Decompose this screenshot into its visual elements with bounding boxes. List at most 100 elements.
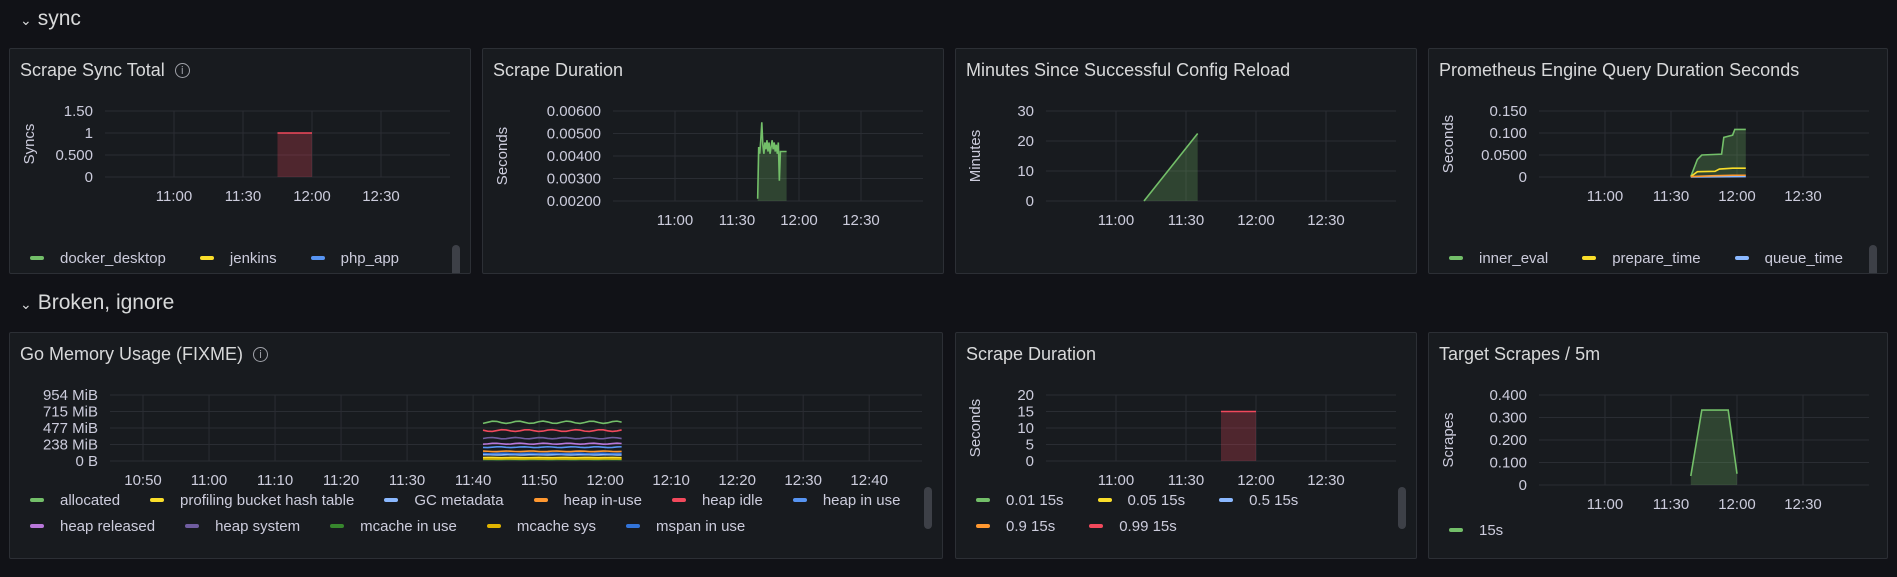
legend-swatch (671, 498, 686, 502)
legend-swatch (150, 498, 165, 502)
y-axis-label: Scrapes (1440, 412, 1457, 467)
legend-swatch (1089, 524, 1104, 528)
series-line (482, 445, 622, 449)
legend-swatch (792, 498, 807, 502)
legend-item[interactable]: heap idle (671, 491, 763, 509)
chart[interactable]: 0.150 0.100 0.0500 0 11:00 11:30 12:00 12:30 Sec… (1429, 49, 1888, 274)
chart[interactable]: 30 20 10 0 11:00 11:30 12:00 12:30 Minutes (956, 49, 1417, 274)
x-tick-label: 11:20 (323, 472, 359, 489)
y-tick-label: 5 (1026, 437, 1034, 454)
y-tick-label: 0.500 (55, 147, 93, 164)
x-tick-label: 11:30 (389, 472, 425, 489)
legend-item[interactable]: allocated (30, 491, 120, 509)
y-tick-label: 0.300 (1489, 410, 1527, 427)
legend-item[interactable]: mcache sys (486, 517, 597, 535)
y-tick-label: 0 B (75, 453, 98, 470)
x-tick-label: 12:10 (652, 472, 690, 489)
legend-scrollbar[interactable] (1398, 487, 1406, 529)
y-tick-label: 30 (1017, 103, 1034, 120)
legend-item[interactable]: php_app (310, 249, 399, 267)
legend-item[interactable]: 0.05 15s (1097, 491, 1185, 509)
panel[interactable]: Target Scrapes / 5m 0.400 0.300 0.200 0.100 0… (1428, 332, 1888, 559)
y-tick-label: 0.00300 (547, 171, 601, 188)
panel[interactable]: Prometheus Engine Query Duration Seconds… (1428, 48, 1888, 274)
x-tick-label: 11:10 (257, 472, 293, 489)
y-axis-label: Minutes (967, 130, 984, 183)
y-tick-label: 715 MiB (43, 404, 98, 421)
legend-label: 0.99 15s (1119, 517, 1177, 535)
x-tick-label: 12:30 (362, 188, 400, 205)
x-tick-label: 11:50 (521, 472, 557, 489)
legend-scrollbar[interactable] (1869, 245, 1877, 273)
y-tick-label: 0.200 (1489, 432, 1527, 449)
x-tick-label: 12:30 (1307, 472, 1345, 489)
y-axis-label: Syncs (21, 124, 38, 165)
legend-swatch (486, 524, 501, 528)
legend-item[interactable]: docker_desktop (30, 249, 166, 267)
legend-label: heap in use (822, 491, 901, 509)
legend-item[interactable]: 0.9 15s (976, 517, 1055, 535)
legend-swatch (330, 524, 345, 528)
chevron-down-icon: ⌄ (20, 11, 32, 28)
y-tick-label: 0.150 (1489, 103, 1527, 120)
legend-item[interactable]: mcache in use (330, 517, 457, 535)
x-tick-label: 12:00 (586, 472, 624, 489)
legend-label: heap idle (701, 491, 763, 509)
y-tick-label: 954 MiB (43, 387, 98, 404)
y-tick-label: 0 (1519, 169, 1527, 186)
legend-label: queue_time (1764, 249, 1844, 267)
legend-item[interactable]: 0.5 15s (1219, 491, 1298, 509)
legend-swatch (976, 524, 990, 528)
legend-item[interactable]: inner_eval (1449, 249, 1548, 267)
legend-label: heap in-use (563, 491, 642, 509)
legend-scrollbar[interactable] (452, 245, 460, 273)
legend-item[interactable]: queue_time (1734, 249, 1844, 267)
y-tick-label: 20 (1017, 133, 1034, 150)
legend-label: mcache in use (360, 517, 457, 535)
panel[interactable]: Scrape Duration 0.00600 0.00500 0.00400 0.00… (482, 48, 944, 274)
x-tick-label: 11:40 (455, 472, 491, 489)
x-tick-label: 11:00 (1098, 472, 1134, 489)
legend-label: 0.9 15s (1006, 517, 1056, 535)
legend-item[interactable]: heap in-use (533, 491, 642, 509)
x-tick-label: 11:00 (1587, 188, 1623, 205)
x-tick-label: 12:30 (1307, 212, 1345, 229)
legend-item[interactable]: mspan in use (626, 517, 745, 535)
y-tick-label: 0.00400 (547, 148, 601, 165)
y-tick-label: 0 (1026, 453, 1034, 470)
legend-label: mcache sys (516, 517, 597, 535)
legend-swatch (30, 256, 44, 260)
series-line (482, 420, 622, 425)
x-tick-label: 11:00 (156, 188, 192, 205)
panel[interactable]: Go Memory Usage (FIXME) i 954 MiB 715 MiB 47… (9, 332, 943, 559)
legend-item[interactable]: prepare_time (1582, 249, 1701, 267)
legend-item[interactable]: heap released (30, 517, 155, 535)
legend-item[interactable]: GC metadata (384, 491, 504, 509)
legend-item[interactable]: 15s (1449, 521, 1503, 539)
legend: allocated profiling bucket hash table GC m… (30, 491, 902, 535)
legend-swatch (1582, 256, 1597, 260)
chart[interactable]: 1.50 1 0.500 0 11:00 11:30 12:00 12:30 Syncs (10, 49, 471, 274)
y-tick-label: 20 (1017, 387, 1034, 404)
legend-label: docker_desktop (60, 249, 166, 267)
y-tick-label: 0 (1519, 477, 1527, 494)
legend-item[interactable]: jenkins (199, 249, 277, 267)
legend-item[interactable]: 0.01 15s (976, 491, 1064, 509)
legend-item[interactable]: heap in use (792, 491, 901, 509)
chart[interactable]: 0.00600 0.00500 0.00400 0.00300 0.00200 11:00… (483, 49, 944, 274)
legend-scrollbar[interactable] (924, 487, 932, 529)
panel[interactable]: Scrape Duration 20 15 10 5 0 11:00 11:30 12:00 12… (955, 332, 1417, 559)
y-tick-label: 0 (1026, 193, 1034, 210)
x-tick-label: 11:00 (1098, 212, 1134, 229)
legend-item[interactable]: profiling bucket hash table (150, 491, 354, 509)
panel[interactable]: Minutes Since Successful Config Reload 30… (955, 48, 1417, 274)
series-area (277, 133, 312, 177)
legend-item[interactable]: 0.99 15s (1089, 517, 1177, 535)
x-tick-label: 11:30 (719, 212, 755, 229)
panel[interactable]: Scrape Sync Total i 1.50 1 0.500 0 11:00 11:30 1… (9, 48, 471, 274)
row-header-sync[interactable]: ⌄ sync (0, 4, 81, 34)
x-tick-label: 11:00 (657, 212, 693, 229)
legend-item[interactable]: heap system (185, 517, 300, 535)
x-tick-label: 11:30 (225, 188, 261, 205)
row-header-broken[interactable]: ⌄ Broken, ignore (0, 288, 174, 318)
